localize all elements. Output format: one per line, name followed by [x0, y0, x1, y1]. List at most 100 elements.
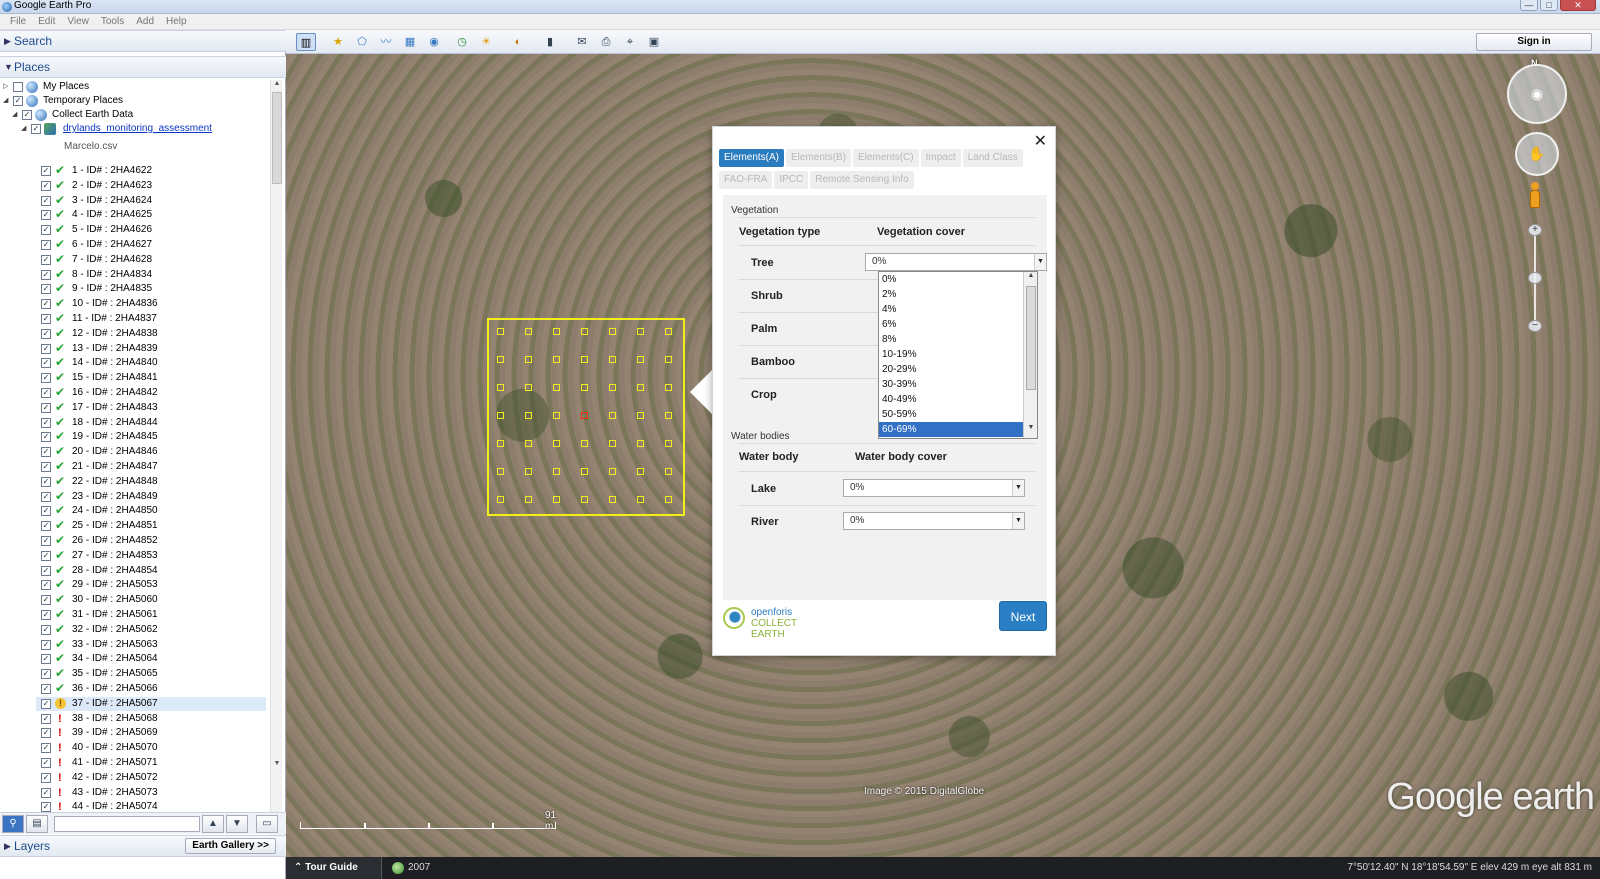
collapse-arrow-icon[interactable]: ◢ — [12, 108, 20, 122]
menu-file[interactable]: File — [4, 14, 32, 29]
add-placemark-icon[interactable]: ★ — [328, 33, 348, 51]
view-in-maps-icon[interactable]: ⌖ — [620, 33, 640, 51]
plot-visibility-checkbox[interactable]: ✓ — [41, 358, 51, 369]
plot-list-item[interactable]: ✓ ✔ 18 - ID# : 2HA4844 — [0, 415, 260, 430]
add-image-overlay-icon[interactable]: ▦ — [400, 33, 420, 51]
scroll-up-arrow-icon[interactable]: ▲ — [1024, 272, 1038, 284]
chevron-down-icon[interactable]: ▼ — [1034, 254, 1046, 270]
places-tree-scrollbar[interactable]: ▲ ▼ — [270, 80, 282, 840]
switch-planet-icon[interactable]: ◐ — [508, 33, 528, 51]
plot-list-item[interactable]: ✓ ✔ 34 - ID# : 2HA5064 — [0, 651, 260, 666]
plot-visibility-checkbox[interactable]: ✓ — [41, 476, 51, 487]
street-view-pegman-icon[interactable] — [1528, 182, 1542, 210]
plot-list-item[interactable]: ✓! 42 - ID# : 2HA5072 — [0, 771, 260, 785]
plot-list-item[interactable]: ✓ ✔ 20 - ID# : 2HA4846 — [0, 444, 260, 459]
plot-list-item[interactable]: ✓! 41 - ID# : 2HA5071 — [0, 756, 260, 770]
plot-list-item[interactable]: ✓ ✔ 24 - ID# : 2HA4850 — [0, 503, 260, 518]
plot-visibility-checkbox[interactable]: ✓ — [41, 728, 51, 739]
plot-list-item[interactable]: ✓ ✔ 36 - ID# : 2HA5066 — [0, 681, 260, 696]
plot-visibility-checkbox[interactable]: ✓ — [41, 462, 51, 472]
plot-visibility-checkbox[interactable]: ✓ — [41, 166, 51, 176]
plot-visibility-checkbox[interactable]: ✓ — [41, 772, 51, 783]
plot-list-item[interactable]: ✓ ✔ 29 - ID# : 2HA5053 — [0, 577, 260, 592]
plot-visibility-checkbox[interactable]: ✓ — [41, 314, 51, 324]
sidebar-toggle-icon[interactable]: ▥ — [296, 33, 316, 51]
historical-imagery-date[interactable]: 2007 — [390, 857, 430, 879]
plot-visibility-checkbox[interactable]: ✓ — [41, 521, 51, 532]
plot-list-item[interactable]: ✓ ✔ 28 - ID# : 2HA4854 — [0, 563, 260, 578]
plot-visibility-checkbox[interactable]: ✓ — [41, 240, 51, 250]
scroll-up-arrow-icon[interactable]: ▲ — [271, 80, 283, 90]
temporary-places-checkbox[interactable]: ✓ — [13, 96, 23, 106]
collapse-arrow-icon[interactable]: ◢ — [21, 122, 29, 136]
dropdown-option[interactable]: 50-59% — [879, 407, 1023, 422]
plot-list-item[interactable]: ✓! 43 - ID# : 2HA5073 — [0, 786, 260, 800]
dropdown-option[interactable]: 0% — [879, 272, 1023, 287]
plot-visibility-checkbox[interactable]: ✓ — [41, 787, 51, 798]
plot-visibility-checkbox[interactable]: ✓ — [41, 580, 51, 591]
plot-visibility-checkbox[interactable]: ✓ — [41, 802, 51, 813]
print-icon[interactable]: ⎙ — [596, 33, 616, 51]
zoom-in-icon[interactable]: + — [1528, 224, 1542, 236]
plot-list-item[interactable]: ✓ ✔ 12 - ID# : 2HA4838 — [0, 326, 260, 341]
zoom-slider[interactable]: + − — [1528, 224, 1542, 334]
plot-list-item[interactable]: ✓ ✔ 21 - ID# : 2HA4847 — [0, 459, 260, 474]
plot-list-item[interactable]: ✓ ✔ 1 - ID# : 2HA4622 — [0, 163, 260, 178]
plot-visibility-checkbox[interactable]: ✓ — [41, 595, 51, 606]
scroll-thumb[interactable] — [272, 92, 282, 184]
plot-visibility-checkbox[interactable]: ✓ — [41, 417, 51, 428]
maximize-button[interactable]: □ — [1540, 0, 1558, 11]
zoom-slider-thumb[interactable] — [1528, 272, 1542, 284]
tree-node-collect-earth-data[interactable]: ◢ ✓ Collect Earth Data — [0, 108, 260, 122]
save-image-icon[interactable]: ▣ — [644, 33, 664, 51]
plot-visibility-checkbox[interactable]: ✓ — [41, 373, 51, 384]
tab-ipcc[interactable]: IPCC — [774, 171, 809, 189]
plot-list-item[interactable]: ✓ ✔ 13 - ID# : 2HA4839 — [0, 341, 260, 356]
plot-visibility-checkbox[interactable]: ✓ — [41, 254, 51, 265]
plot-visibility-checkbox[interactable]: ✓ — [41, 624, 51, 635]
plot-list-item[interactable]: ✓ ✔ 6 - ID# : 2HA4627 — [0, 237, 260, 252]
plot-list-item[interactable]: ✓ ✔ 17 - ID# : 2HA4843 — [0, 400, 260, 415]
plot-list-item[interactable]: ✓ ✔ 16 - ID# : 2HA4842 — [0, 385, 260, 400]
plot-list-item[interactable]: ✓ ✔ 35 - ID# : 2HA5065 — [0, 666, 260, 681]
plot-list-item[interactable]: ✓! 39 - ID# : 2HA5069 — [0, 726, 260, 740]
ruler-icon[interactable]: ▮ — [540, 33, 560, 51]
scroll-thumb[interactable] — [1026, 286, 1036, 390]
plot-visibility-checkbox[interactable]: ✓ — [41, 447, 51, 458]
plot-visibility-checkbox[interactable]: ✓ — [41, 536, 51, 546]
places-filter-input[interactable] — [54, 816, 200, 832]
plot-list-item[interactable]: ✓ ✔ 10 - ID# : 2HA4836 — [0, 296, 260, 311]
look-control[interactable]: ◉ — [1507, 64, 1567, 124]
tab-remote-sensing-info[interactable]: Remote Sensing Info — [810, 171, 914, 189]
sign-in-button[interactable]: Sign in — [1476, 33, 1592, 51]
tree-node-my-places[interactable]: ▷ My Places — [0, 80, 260, 94]
dropdown-option[interactable]: 10-19% — [879, 347, 1023, 362]
tab-elements-a[interactable]: Elements(A) — [719, 149, 785, 167]
move-down-button[interactable]: ▼ — [226, 815, 248, 833]
scroll-down-arrow-icon[interactable]: ▼ — [1024, 424, 1038, 436]
plot-list-item[interactable]: ✓! 40 - ID# : 2HA5070 — [0, 741, 260, 755]
plot-list-item[interactable]: ✓ ✔ 31 - ID# : 2HA5061 — [0, 607, 260, 622]
plot-visibility-checkbox[interactable]: ✓ — [41, 491, 51, 502]
plot-list-item[interactable]: ✓ ✔ 5 - ID# : 2HA4626 — [0, 222, 260, 237]
email-icon[interactable]: ✉ — [572, 33, 592, 51]
plot-visibility-checkbox[interactable]: ✓ — [41, 698, 51, 709]
plot-list-item[interactable]: ✓ ✔ 9 - ID# : 2HA4835 — [0, 281, 260, 296]
search-panel-header[interactable]: ▶ Search — [0, 30, 286, 52]
move-up-button[interactable]: ▲ — [202, 815, 224, 833]
plot-list-item[interactable]: ✓ ✔ 26 - ID# : 2HA4852 — [0, 533, 260, 548]
plot-visibility-checkbox[interactable]: ✓ — [41, 225, 51, 236]
plot-list-item[interactable]: ✓ ✔ 22 - ID# : 2HA4848 — [0, 474, 260, 489]
survey-checkbox[interactable]: ✓ — [31, 124, 41, 134]
plot-visibility-checkbox[interactable]: ✓ — [41, 180, 51, 191]
next-button[interactable]: Next — [999, 601, 1047, 631]
dropdown-option[interactable]: 2% — [879, 287, 1023, 302]
plot-list-item[interactable]: ✓ ✔ 30 - ID# : 2HA5060 — [0, 592, 260, 607]
plot-visibility-checkbox[interactable]: ✓ — [41, 610, 51, 620]
tab-elements-b[interactable]: Elements(B) — [786, 149, 852, 167]
plot-visibility-checkbox[interactable]: ✓ — [41, 743, 51, 754]
plot-visibility-checkbox[interactable]: ✓ — [41, 639, 51, 650]
plot-visibility-checkbox[interactable]: ✓ — [41, 195, 51, 206]
sunlight-icon[interactable]: ☀ — [476, 33, 496, 51]
add-polygon-icon[interactable]: ⬠ — [352, 33, 372, 51]
